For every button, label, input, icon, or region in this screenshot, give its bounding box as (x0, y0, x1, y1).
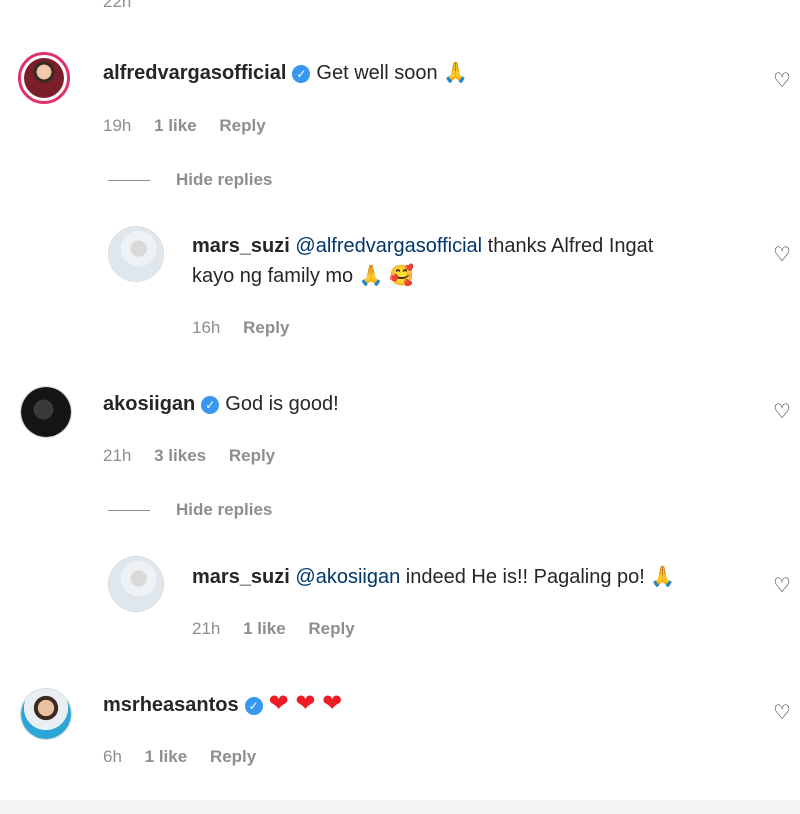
reply-line: mars_suzi @akosiigan indeed He is!! Paga… (192, 562, 675, 592)
reply-line-2: kayo ng family mo 🙏 🥰 (192, 261, 414, 291)
reply-button[interactable]: Reply (229, 446, 275, 465)
reply-meta: 21h 1 like Reply (192, 619, 373, 639)
divider (108, 180, 150, 182)
comment-meta: 19h 1 like Reply (103, 116, 284, 136)
bottom-divider (0, 800, 800, 814)
comment-time: 19h (103, 116, 132, 135)
avatar[interactable] (20, 688, 72, 740)
mention-link[interactable]: @alfredvargasofficial (295, 235, 482, 257)
verified-badge-icon: ✓ (292, 65, 311, 83)
likes-count[interactable]: 1 like (154, 116, 197, 135)
like-heart-icon[interactable]: ♡ (771, 575, 793, 597)
username[interactable]: mars_suzi (192, 566, 290, 588)
like-heart-icon[interactable]: ♡ (771, 401, 793, 423)
likes-count[interactable]: 3 likes (154, 446, 206, 465)
reply-line: mars_suzi @alfredvargasofficial thanks A… (192, 231, 653, 261)
divider (108, 510, 150, 512)
reply-text: thanks Alfred Ingat (482, 235, 654, 257)
comment-line: alfredvargasofficial ✓ Get well soon 🙏 (103, 58, 468, 88)
reply-time: 16h (192, 318, 221, 337)
verified-badge-icon: ✓ (244, 697, 263, 715)
reply-button[interactable]: Reply (308, 619, 354, 638)
likes-count[interactable]: 1 like (145, 747, 188, 766)
username[interactable]: akosiigan (103, 393, 195, 415)
reply-time: 21h (192, 619, 221, 638)
hide-replies-label[interactable]: Hide replies (176, 500, 272, 519)
likes-count[interactable]: 1 like (243, 619, 286, 638)
reply-button[interactable]: Reply (243, 318, 289, 337)
reply-button[interactable]: Reply (219, 116, 265, 135)
comment-meta: 6h 1 like Reply (103, 747, 274, 767)
comment-meta: 21h 3 likes Reply (103, 446, 293, 466)
reply-button[interactable]: Reply (210, 747, 256, 766)
avatar[interactable] (108, 226, 164, 282)
heart-emoji: ❤ ❤ ❤ (268, 690, 343, 717)
comment-time: 21h (103, 446, 132, 465)
avatar[interactable] (20, 386, 72, 438)
comment-text: God is good! (225, 393, 339, 415)
like-heart-icon[interactable]: ♡ (771, 702, 793, 724)
reply-meta: 16h Reply (192, 318, 307, 338)
previous-comment-time: 22h (103, 0, 132, 11)
reply-text-cont: kayo ng family mo (192, 265, 354, 287)
hide-replies-button[interactable]: Hide replies (108, 500, 272, 520)
comment-line: akosiigan ✓ God is good! (103, 389, 339, 419)
reply-text: indeed He is!! Pagaling po! (400, 566, 645, 588)
verified-badge-icon: ✓ (201, 396, 220, 414)
mention-link[interactable]: @akosiigan (295, 566, 400, 588)
avatar[interactable] (108, 556, 164, 612)
like-heart-icon[interactable]: ♡ (771, 70, 793, 92)
folded-hands-emoji: 🙏 (650, 566, 676, 588)
like-heart-icon[interactable]: ♡ (771, 244, 793, 266)
comment-time: 6h (103, 747, 122, 766)
username[interactable]: msrheasantos (103, 694, 239, 716)
avatar[interactable] (18, 52, 70, 104)
hide-replies-label[interactable]: Hide replies (176, 170, 272, 189)
comment-text: Get well soon (316, 62, 438, 84)
comment-line: msrheasantos ✓ ❤ ❤ ❤ (103, 689, 346, 720)
username[interactable]: alfredvargasofficial (103, 62, 286, 84)
username[interactable]: mars_suzi (192, 235, 290, 257)
hide-replies-button[interactable]: Hide replies (108, 170, 272, 190)
emoji: 🙏 🥰 (358, 265, 415, 287)
folded-hands-emoji: 🙏 (443, 62, 469, 84)
